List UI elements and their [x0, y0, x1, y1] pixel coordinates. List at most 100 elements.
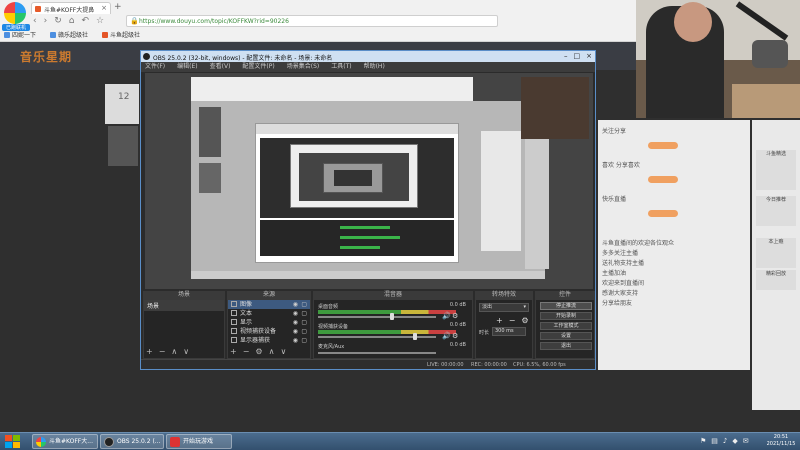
chat-line: 多多关注主播 [602, 250, 639, 257]
network-icon[interactable]: ▤ [711, 437, 718, 445]
bookmark-item[interactable]: 四妮一下 [4, 30, 36, 39]
site-logo: 音乐星期 [20, 50, 73, 64]
eye-icon[interactable]: ◉ [293, 318, 298, 327]
volume-icon[interactable]: ♪ [723, 437, 727, 445]
volume-slider-track[interactable] [318, 352, 436, 354]
browser-tab[interactable]: 斗鱼#KOFF大提鼻 × [31, 2, 111, 14]
lock-icon[interactable]: ▢ [301, 327, 307, 336]
window-controls: – □ × [564, 52, 592, 60]
eye-icon[interactable]: ◉ [293, 327, 298, 336]
bookmark-item[interactable]: 斗鱼超级社 [102, 30, 140, 39]
eye-icon[interactable]: ◉ [293, 300, 298, 309]
speaker-icon[interactable]: 🔊 [442, 332, 451, 340]
source-item[interactable]: 图像 ◉ ▢ [228, 300, 310, 309]
add-scene-plus-icon[interactable]: + [146, 347, 153, 357]
flag-icon[interactable]: ⚑ [700, 437, 706, 445]
lock-icon[interactable]: ▢ [301, 309, 307, 318]
remove-transition-minus-icon[interactable]: − [509, 316, 516, 325]
chat-icon[interactable]: ✉ [743, 437, 749, 445]
star-icon[interactable]: ☆ [96, 16, 104, 26]
windows-start-icon[interactable] [4, 434, 22, 450]
transition-select[interactable]: 淡出 ▾ [479, 303, 529, 312]
source-item[interactable]: 显示 ◉ ▢ [228, 318, 310, 327]
system-clock[interactable]: 20:51 2021/11/15 [764, 434, 798, 448]
scene-item[interactable]: 场景 [144, 300, 224, 311]
rail-item[interactable]: 本上瘾 [756, 238, 796, 268]
lock-icon[interactable]: ▢ [301, 318, 307, 327]
eye-icon[interactable]: ◉ [293, 309, 298, 318]
taskbar-obs[interactable]: OBS 25.0.2 (... [100, 434, 164, 449]
channel-db: 0.0 dB [449, 342, 466, 348]
menu-help[interactable]: 帮助(H) [364, 62, 385, 72]
start-recording-button[interactable]: 开始录制 [540, 312, 592, 320]
lock-icon[interactable]: ▢ [301, 300, 307, 309]
remove-scene-minus-icon[interactable]: − [159, 347, 166, 357]
reload-icon[interactable]: ↻ [54, 16, 62, 26]
new-tab-plus-icon[interactable]: + [114, 2, 122, 12]
speaker-icon[interactable]: 🔊 [442, 312, 451, 320]
source-item[interactable]: 显示器捕获 ◉ ▢ [228, 336, 310, 345]
add-source-plus-icon[interactable]: + [230, 347, 237, 357]
source-item[interactable]: 文本 ◉ ▢ [228, 309, 310, 318]
bookmark-item[interactable]: 赣乐超级社 [50, 30, 88, 39]
mixer-dock-header: 混音器 [313, 291, 473, 299]
webcam-overlay [636, 0, 800, 118]
duration-input[interactable]: 300 ms [492, 327, 526, 336]
room-thumbnail[interactable] [108, 126, 138, 166]
move-down-icon[interactable]: ∨ [183, 347, 189, 357]
gear-icon[interactable]: ⚙ [521, 316, 528, 325]
browser-logo-icon[interactable] [4, 2, 26, 24]
volume-slider-track[interactable] [318, 336, 436, 338]
lock-icon[interactable]: ▢ [301, 336, 307, 345]
clock-date: 2021/11/15 [766, 441, 796, 447]
forward-arrow-icon[interactable]: › [44, 16, 48, 26]
source-item[interactable]: 视频捕获设备 ◉ ▢ [228, 327, 310, 336]
gear-icon[interactable]: ⚙ [452, 312, 458, 320]
rail-item[interactable]: 今日推荐 [756, 196, 796, 226]
close-icon[interactable]: × [101, 4, 107, 12]
home-icon[interactable]: ⌂ [69, 16, 75, 26]
remove-source-minus-icon[interactable]: − [243, 347, 250, 357]
gear-icon[interactable]: ⚙ [255, 347, 262, 357]
menu-view[interactable]: 查看(V) [210, 62, 231, 72]
preview-thumb [199, 163, 221, 193]
source-label: 图像 [240, 301, 253, 308]
volume-slider-knob[interactable] [413, 333, 417, 340]
menu-profile[interactable]: 配置文件(P) [242, 62, 274, 72]
eye-icon[interactable]: ◉ [293, 336, 298, 345]
volume-slider-knob[interactable] [390, 313, 394, 320]
taskbar-browser[interactable]: 斗鱼#KOFF大... [32, 434, 98, 449]
obs-preview[interactable] [145, 73, 593, 289]
shield-icon[interactable]: ◆ [732, 437, 737, 445]
menu-scene-collection[interactable]: 场景集合(S) [287, 62, 320, 72]
obs-title-bar[interactable]: OBS 25.0.2 (32-bit, windows) - 配置文件: 未命名… [141, 51, 595, 62]
rail-item[interactable]: 斗鱼精选 [756, 150, 796, 190]
studio-mode-button[interactable]: 工作室模式 [540, 322, 592, 330]
maximize-icon[interactable]: □ [574, 52, 581, 60]
preview-rail [525, 139, 549, 269]
add-transition-plus-icon[interactable]: + [496, 316, 503, 325]
back-arrow-icon[interactable]: ‹ [33, 16, 37, 26]
room-number-card[interactable]: 12 [105, 84, 139, 124]
move-up-icon[interactable]: ∧ [171, 347, 177, 357]
stop-streaming-button[interactable]: 停止推流 [540, 302, 592, 310]
move-down-icon[interactable]: ∨ [280, 347, 286, 357]
undo-icon[interactable]: ↶ [81, 16, 89, 26]
menu-tools[interactable]: 工具(T) [331, 62, 351, 72]
gear-icon[interactable]: ⚙ [452, 332, 458, 340]
menu-edit[interactable]: 编辑(E) [177, 62, 197, 72]
address-bar[interactable]: 🔒 https://www.douyu.com/topic/KOFFKW?rid… [126, 15, 498, 27]
rail-item[interactable]: 精彩回放 [756, 270, 796, 290]
nested-capture-2 [290, 144, 418, 208]
settings-button[interactable]: 设置 [540, 332, 592, 340]
menu-file[interactable]: 文件(F) [145, 62, 165, 72]
source-label: 文本 [240, 310, 253, 317]
mixer-channel: 视频捕获设备 0.0 dB 🔊 ⚙ [318, 322, 468, 340]
taskbar-game[interactable]: 开始玩游戏 [166, 434, 232, 449]
volume-slider-track[interactable] [318, 316, 436, 318]
move-up-icon[interactable]: ∧ [269, 347, 275, 357]
close-icon[interactable]: × [586, 52, 592, 60]
preview-browser-top [191, 77, 473, 101]
minimize-icon[interactable]: – [564, 52, 568, 60]
exit-button[interactable]: 退出 [540, 342, 592, 350]
